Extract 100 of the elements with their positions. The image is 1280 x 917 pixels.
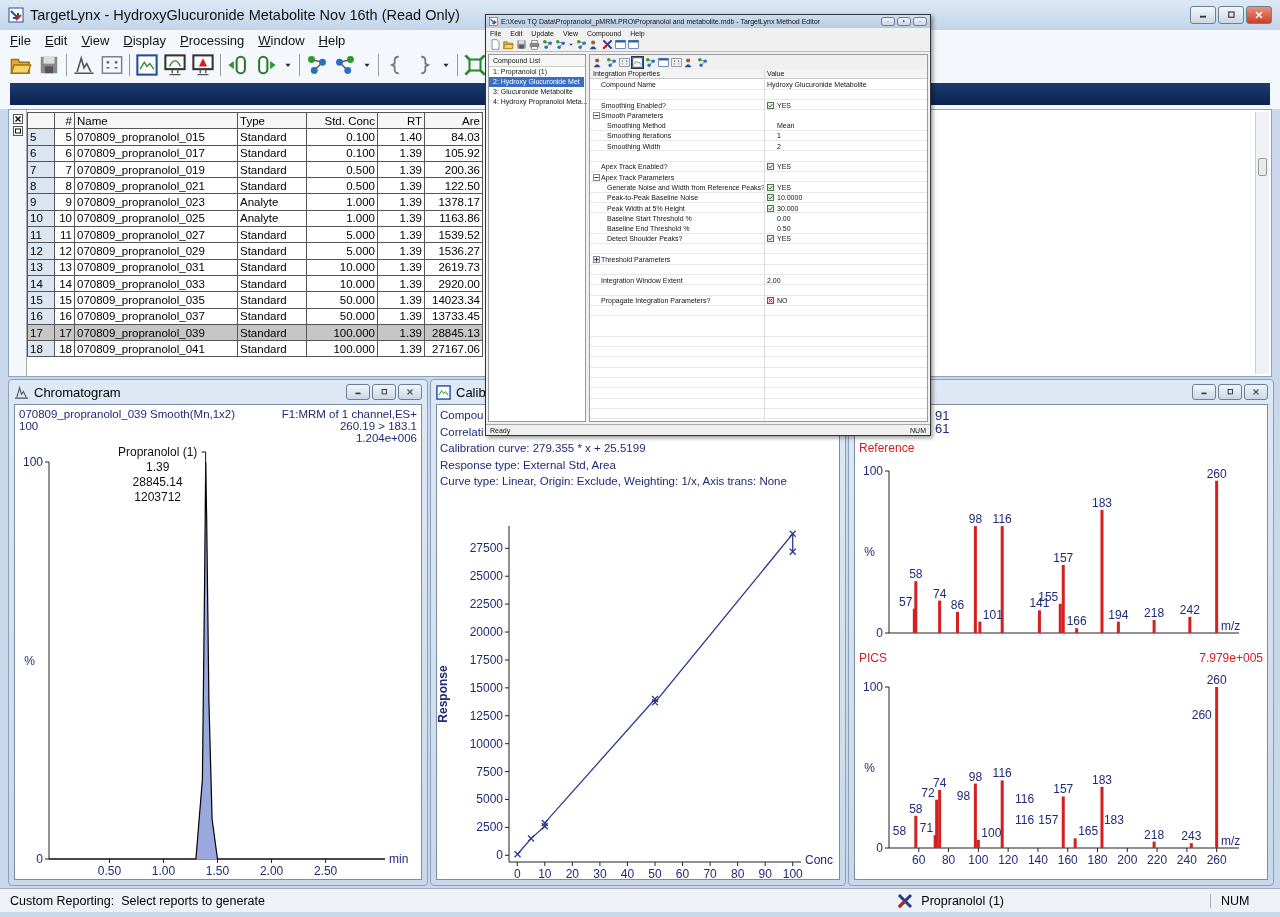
table-cell: 1.39 — [377, 210, 425, 227]
axis-label: % — [864, 760, 875, 775]
table-cell: 8 — [54, 177, 75, 194]
table-cell: 105.92 — [424, 145, 483, 162]
window-title: TargetLynx - HydroxyGlucuronide Metabolite Nov 16th (Read Only) — [30, 7, 460, 23]
table-cell: 1.39 — [377, 259, 425, 276]
table-cell: 1.39 — [377, 226, 425, 243]
peak-label: 260 — [1206, 466, 1227, 481]
table-cell: 1536.27 — [424, 242, 483, 260]
table-cell: Standard — [237, 340, 307, 357]
info-text: Curve type: Linear, Origin: Exclude, Weighting: 1/x, Axis trans: None — [439, 474, 787, 489]
peak-label: Propranolol (1) — [117, 445, 198, 459]
tick-label: 1.50 — [205, 864, 230, 878]
peak-label: 98 — [968, 769, 983, 784]
table-cell: 1.000 — [306, 194, 378, 211]
tick-label: 220 — [1147, 853, 1168, 867]
tick-label: 240 — [1176, 853, 1197, 867]
tick-label: 100 — [782, 866, 803, 879]
table-cell: Analyte — [237, 210, 307, 227]
table-cell: 070809_propranolol_023 — [74, 194, 238, 211]
tick-label: 0 — [513, 866, 521, 879]
peak-label: 166 — [1066, 614, 1087, 629]
tick-label: 100 — [862, 680, 883, 694]
peak-label: 165 — [1078, 824, 1099, 839]
intensity-label: 7.979e+005 — [1199, 651, 1263, 665]
table-cell: 9 — [54, 194, 75, 211]
table-cell: 1.39 — [377, 242, 425, 260]
tick-label: 200 — [1117, 853, 1138, 867]
info-text: Correlati — [439, 424, 484, 440]
peak-label: 86 — [950, 597, 965, 612]
table-cell: 1.39 — [377, 145, 425, 162]
tick-label: 20 — [565, 866, 580, 879]
table-cell: Standard — [237, 291, 307, 309]
table-cell: 1378.17 — [424, 194, 483, 211]
tick-label: 80 — [941, 853, 956, 867]
table-cell: Standard — [237, 161, 307, 178]
tick-label: 2.50 — [313, 864, 338, 878]
peak-label: 98 — [956, 788, 971, 803]
info-text: Response type: External Std, Area — [439, 457, 616, 473]
peak-label: 260 — [1206, 673, 1227, 687]
table-cell: 1.39 — [377, 194, 425, 211]
tick-label: 90 — [758, 866, 772, 879]
table-cell: 070809_propranolol_017 — [74, 145, 238, 162]
table-cell: 1.39 — [377, 177, 425, 194]
tick-label: 180 — [1087, 853, 1108, 867]
tick-label: 0 — [876, 626, 883, 640]
table-cell: 1.40 — [377, 128, 425, 146]
tick-label: 1.00 — [151, 864, 176, 878]
tick-label: 22500 — [469, 596, 503, 611]
peak-label: 218 — [1144, 606, 1165, 621]
peak-label: 28845.14 — [132, 475, 183, 489]
table-cell: Standard — [237, 308, 307, 325]
table-cell: 122.50 — [424, 177, 483, 194]
tick-label: 0 — [496, 847, 503, 862]
tick-label: 17500 — [469, 652, 503, 667]
table-cell: 0.500 — [306, 177, 378, 194]
table-cell: 16 — [54, 308, 75, 325]
axis-label: m/z — [1221, 834, 1241, 848]
spectrum-title: PICS — [859, 651, 887, 665]
info-text: Compou — [439, 408, 484, 423]
peak-label: 218 — [1144, 827, 1165, 842]
table-cell: 070809_propranolol_035 — [74, 291, 238, 309]
peak-label: 116 — [1014, 791, 1035, 806]
tick-label: 25000 — [469, 568, 503, 583]
table-cell: 13733.45 — [424, 308, 483, 325]
scale-label: 100 — [19, 420, 39, 432]
tick-label: 0.50 — [97, 864, 122, 878]
axis-label: % — [24, 653, 35, 668]
tick-label: 0 — [36, 852, 43, 866]
panel-title: Chromatogram — [34, 384, 121, 400]
table-cell: 11 — [54, 226, 75, 243]
peak-label: 157 — [1053, 550, 1074, 565]
peak-label: 116 — [1014, 812, 1035, 827]
peak-label: 194 — [1108, 607, 1129, 622]
tick-label: 50 — [648, 866, 662, 879]
table-cell: 14023.34 — [424, 291, 483, 309]
tick-label: 100 — [22, 455, 43, 469]
tick-label: 0 — [876, 841, 883, 855]
peak-label: 183 — [1091, 495, 1112, 510]
axis-label: Response — [437, 664, 450, 723]
tick-label: 27500 — [469, 540, 503, 555]
table-cell: 070809_propranolol_041 — [74, 340, 238, 357]
peak-label: 58 — [909, 801, 923, 816]
table-cell: 13 — [54, 259, 75, 276]
tick-label: 7500 — [476, 764, 503, 779]
sample-label: 070809_propranolol_039 Smooth(Mn,1x2) — [19, 408, 236, 420]
header-text: 61 — [935, 422, 950, 435]
table-cell: 1.39 — [377, 275, 425, 292]
table-cell: 5 — [54, 128, 75, 146]
table-cell: 070809_propranolol_021 — [74, 177, 238, 194]
tick-label: 70 — [703, 866, 717, 879]
compound-label: Propranolol (1) — [921, 893, 1004, 908]
peak-label: 98 — [968, 512, 983, 527]
table-cell: 0.100 — [306, 145, 378, 162]
tick-label: 140 — [1027, 853, 1048, 867]
tick-label: 120 — [998, 853, 1019, 867]
table-cell: 5.000 — [306, 226, 378, 243]
table-cell: 6 — [54, 145, 75, 162]
tick-label: 100 — [968, 853, 989, 867]
table-cell: 12 — [54, 242, 75, 260]
